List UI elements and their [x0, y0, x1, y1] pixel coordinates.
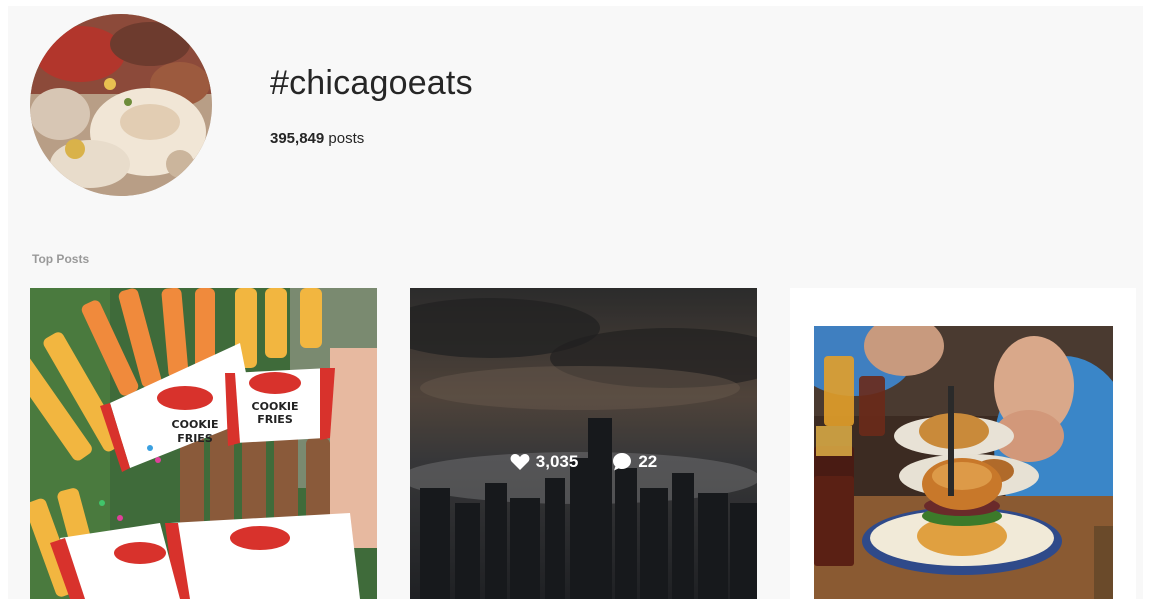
- cup-text-cookie-2: COOKIE: [252, 400, 299, 413]
- post-tile-cookie-fries[interactable]: COOKIE FRIES COOKIE FRIES: [30, 288, 377, 599]
- post-tile-burger[interactable]: [790, 288, 1136, 599]
- likes-count: 3,035: [535, 451, 579, 471]
- top-posts-label: Top Posts: [32, 252, 90, 266]
- comment-icon: [613, 452, 632, 470]
- cup-text-fries: FRIES: [177, 432, 213, 445]
- frame-edge-left: [0, 0, 8, 599]
- avatar-image: [30, 14, 212, 196]
- comments-stat: 22: [612, 452, 657, 472]
- post-count-number: 395,849: [270, 130, 325, 147]
- post-image-cookie-fries: COOKIE FRIES COOKIE FRIES: [30, 288, 377, 599]
- post-photo-burger-frame: [814, 326, 1113, 599]
- comments-count: 22: [638, 451, 658, 471]
- likes-stat: 3,035: [510, 451, 579, 472]
- post-count-suffix: posts: [328, 130, 365, 147]
- hashtag-avatar: [30, 14, 212, 196]
- post-image-burger: [814, 326, 1113, 599]
- cup-text-cookie: COOKIE: [172, 418, 219, 431]
- cup-text-fries-2: FRIES: [257, 413, 293, 426]
- post-stats-overlay: 3,035 22: [410, 288, 757, 599]
- frame-edge-top: [0, 0, 1153, 6]
- heart-icon: [510, 453, 530, 470]
- frame-edge-right: [1143, 0, 1153, 599]
- hashtag-title: #chicagoeats: [270, 64, 473, 102]
- post-tile-skyline[interactable]: 3,035 22: [410, 288, 757, 599]
- post-count: 395,849 posts: [270, 130, 364, 147]
- hashtag-page: #chicagoeats 395,849 posts Top Posts COO…: [0, 0, 1153, 599]
